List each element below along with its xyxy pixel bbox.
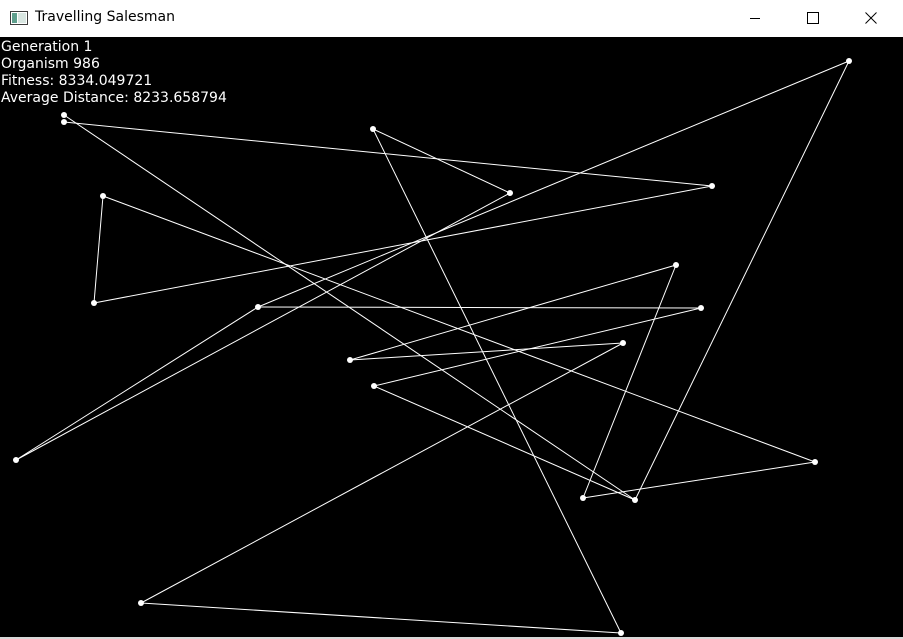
- route-segment: [257, 306, 702, 309]
- route-drawing: [13, 58, 852, 636]
- route-segment: [349, 264, 677, 361]
- route-segment: [373, 385, 636, 501]
- maximize-icon: [807, 9, 819, 28]
- close-button[interactable]: [842, 0, 900, 36]
- city-dot: [100, 193, 106, 199]
- city-dot: [620, 340, 626, 346]
- city-dot: [673, 262, 679, 268]
- average-distance-text: Average Distance: 8233.658794: [1, 90, 227, 106]
- city-dot: [507, 190, 513, 196]
- city-dot: [255, 304, 261, 310]
- route-segment: [93, 185, 713, 304]
- organism-text: Organism 986: [1, 56, 100, 72]
- route-segment: [372, 128, 511, 194]
- city-dot: [632, 497, 638, 503]
- stats-panel: Generation 1 Organism 986 Fitness: 8334.…: [1, 39, 227, 107]
- route-segment: [372, 128, 622, 634]
- city-dot: [138, 600, 144, 606]
- city-dot: [91, 300, 97, 306]
- title-bar[interactable]: Travelling Salesman: [0, 0, 903, 37]
- route-segment: [102, 195, 816, 463]
- close-icon: [865, 9, 877, 28]
- city-dot: [371, 383, 377, 389]
- fitness-text: Fitness: 8334.049721: [1, 73, 153, 89]
- route-segment: [373, 307, 702, 387]
- city-dot: [347, 357, 353, 363]
- city-dot: [618, 630, 624, 636]
- route-segment: [93, 195, 104, 304]
- city-dot: [61, 112, 67, 118]
- city-dot: [846, 58, 852, 64]
- city-dot: [580, 495, 586, 501]
- route-segment: [63, 121, 713, 187]
- city-dot: [698, 305, 704, 311]
- window-title: Travelling Salesman: [35, 9, 175, 25]
- route-segment: [634, 60, 850, 501]
- generation-text: Generation 1: [1, 39, 93, 55]
- city-dot: [370, 126, 376, 132]
- route-segment: [140, 342, 624, 604]
- city-dot: [13, 457, 19, 463]
- route-segment: [349, 342, 624, 361]
- route-segment: [257, 60, 850, 308]
- minimize-button[interactable]: [726, 0, 784, 36]
- route-segment: [582, 264, 677, 499]
- city-dot: [812, 459, 818, 465]
- minimize-icon: [749, 9, 761, 28]
- route-segment: [140, 602, 622, 634]
- city-dot: [61, 119, 67, 125]
- city-dot: [709, 183, 715, 189]
- maximize-button[interactable]: [784, 0, 842, 36]
- app-window: Travelling Salesman Generation 1 Organis…: [0, 0, 903, 639]
- app-window-icon: [10, 10, 28, 25]
- route-canvas: Generation 1 Organism 986 Fitness: 8334.…: [0, 37, 903, 637]
- route-segment: [15, 306, 259, 461]
